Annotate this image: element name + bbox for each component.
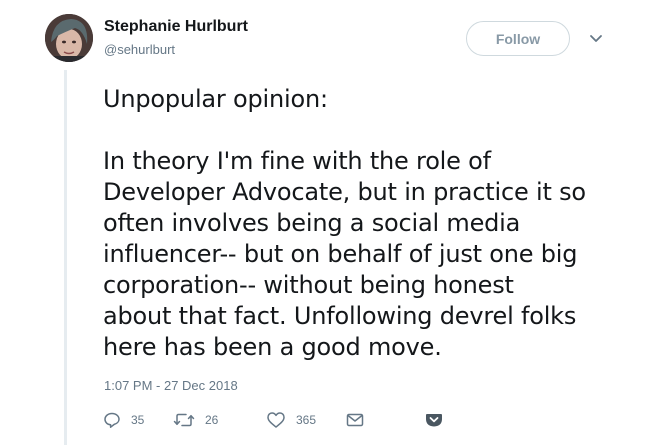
display-name[interactable]: Stephanie Hurlburt <box>104 18 248 36</box>
user-handle[interactable]: @sehurlburt <box>104 42 175 57</box>
retweet-count: 26 <box>205 413 219 427</box>
tweet-text: Unpopular opinion: In theory I'm fine wi… <box>103 85 586 361</box>
like-button[interactable]: 365 <box>266 408 316 432</box>
envelope-icon <box>346 412 364 428</box>
chevron-down-icon[interactable] <box>588 32 604 46</box>
message-button[interactable] <box>346 408 364 432</box>
pocket-icon <box>425 412 443 428</box>
tweet-card: Stephanie Hurlburt @sehurlburt Follow Un… <box>0 0 650 445</box>
heart-icon <box>266 411 286 429</box>
pocket-button[interactable] <box>425 408 443 432</box>
avatar-image <box>45 14 93 62</box>
retweet-button[interactable]: 26 <box>173 408 218 432</box>
tweet-timestamp[interactable]: 1:07 PM - 27 Dec 2018 <box>104 378 238 393</box>
avatar[interactable] <box>45 14 93 62</box>
follow-button[interactable]: Follow <box>466 21 570 56</box>
reply-count: 35 <box>131 413 145 427</box>
reply-button[interactable]: 35 <box>103 408 144 432</box>
reply-icon <box>103 411 121 429</box>
tweet-actions: 35 26 365 <box>103 408 448 432</box>
retweet-icon <box>173 411 195 429</box>
like-count: 365 <box>296 413 317 427</box>
thread-line <box>64 70 67 445</box>
